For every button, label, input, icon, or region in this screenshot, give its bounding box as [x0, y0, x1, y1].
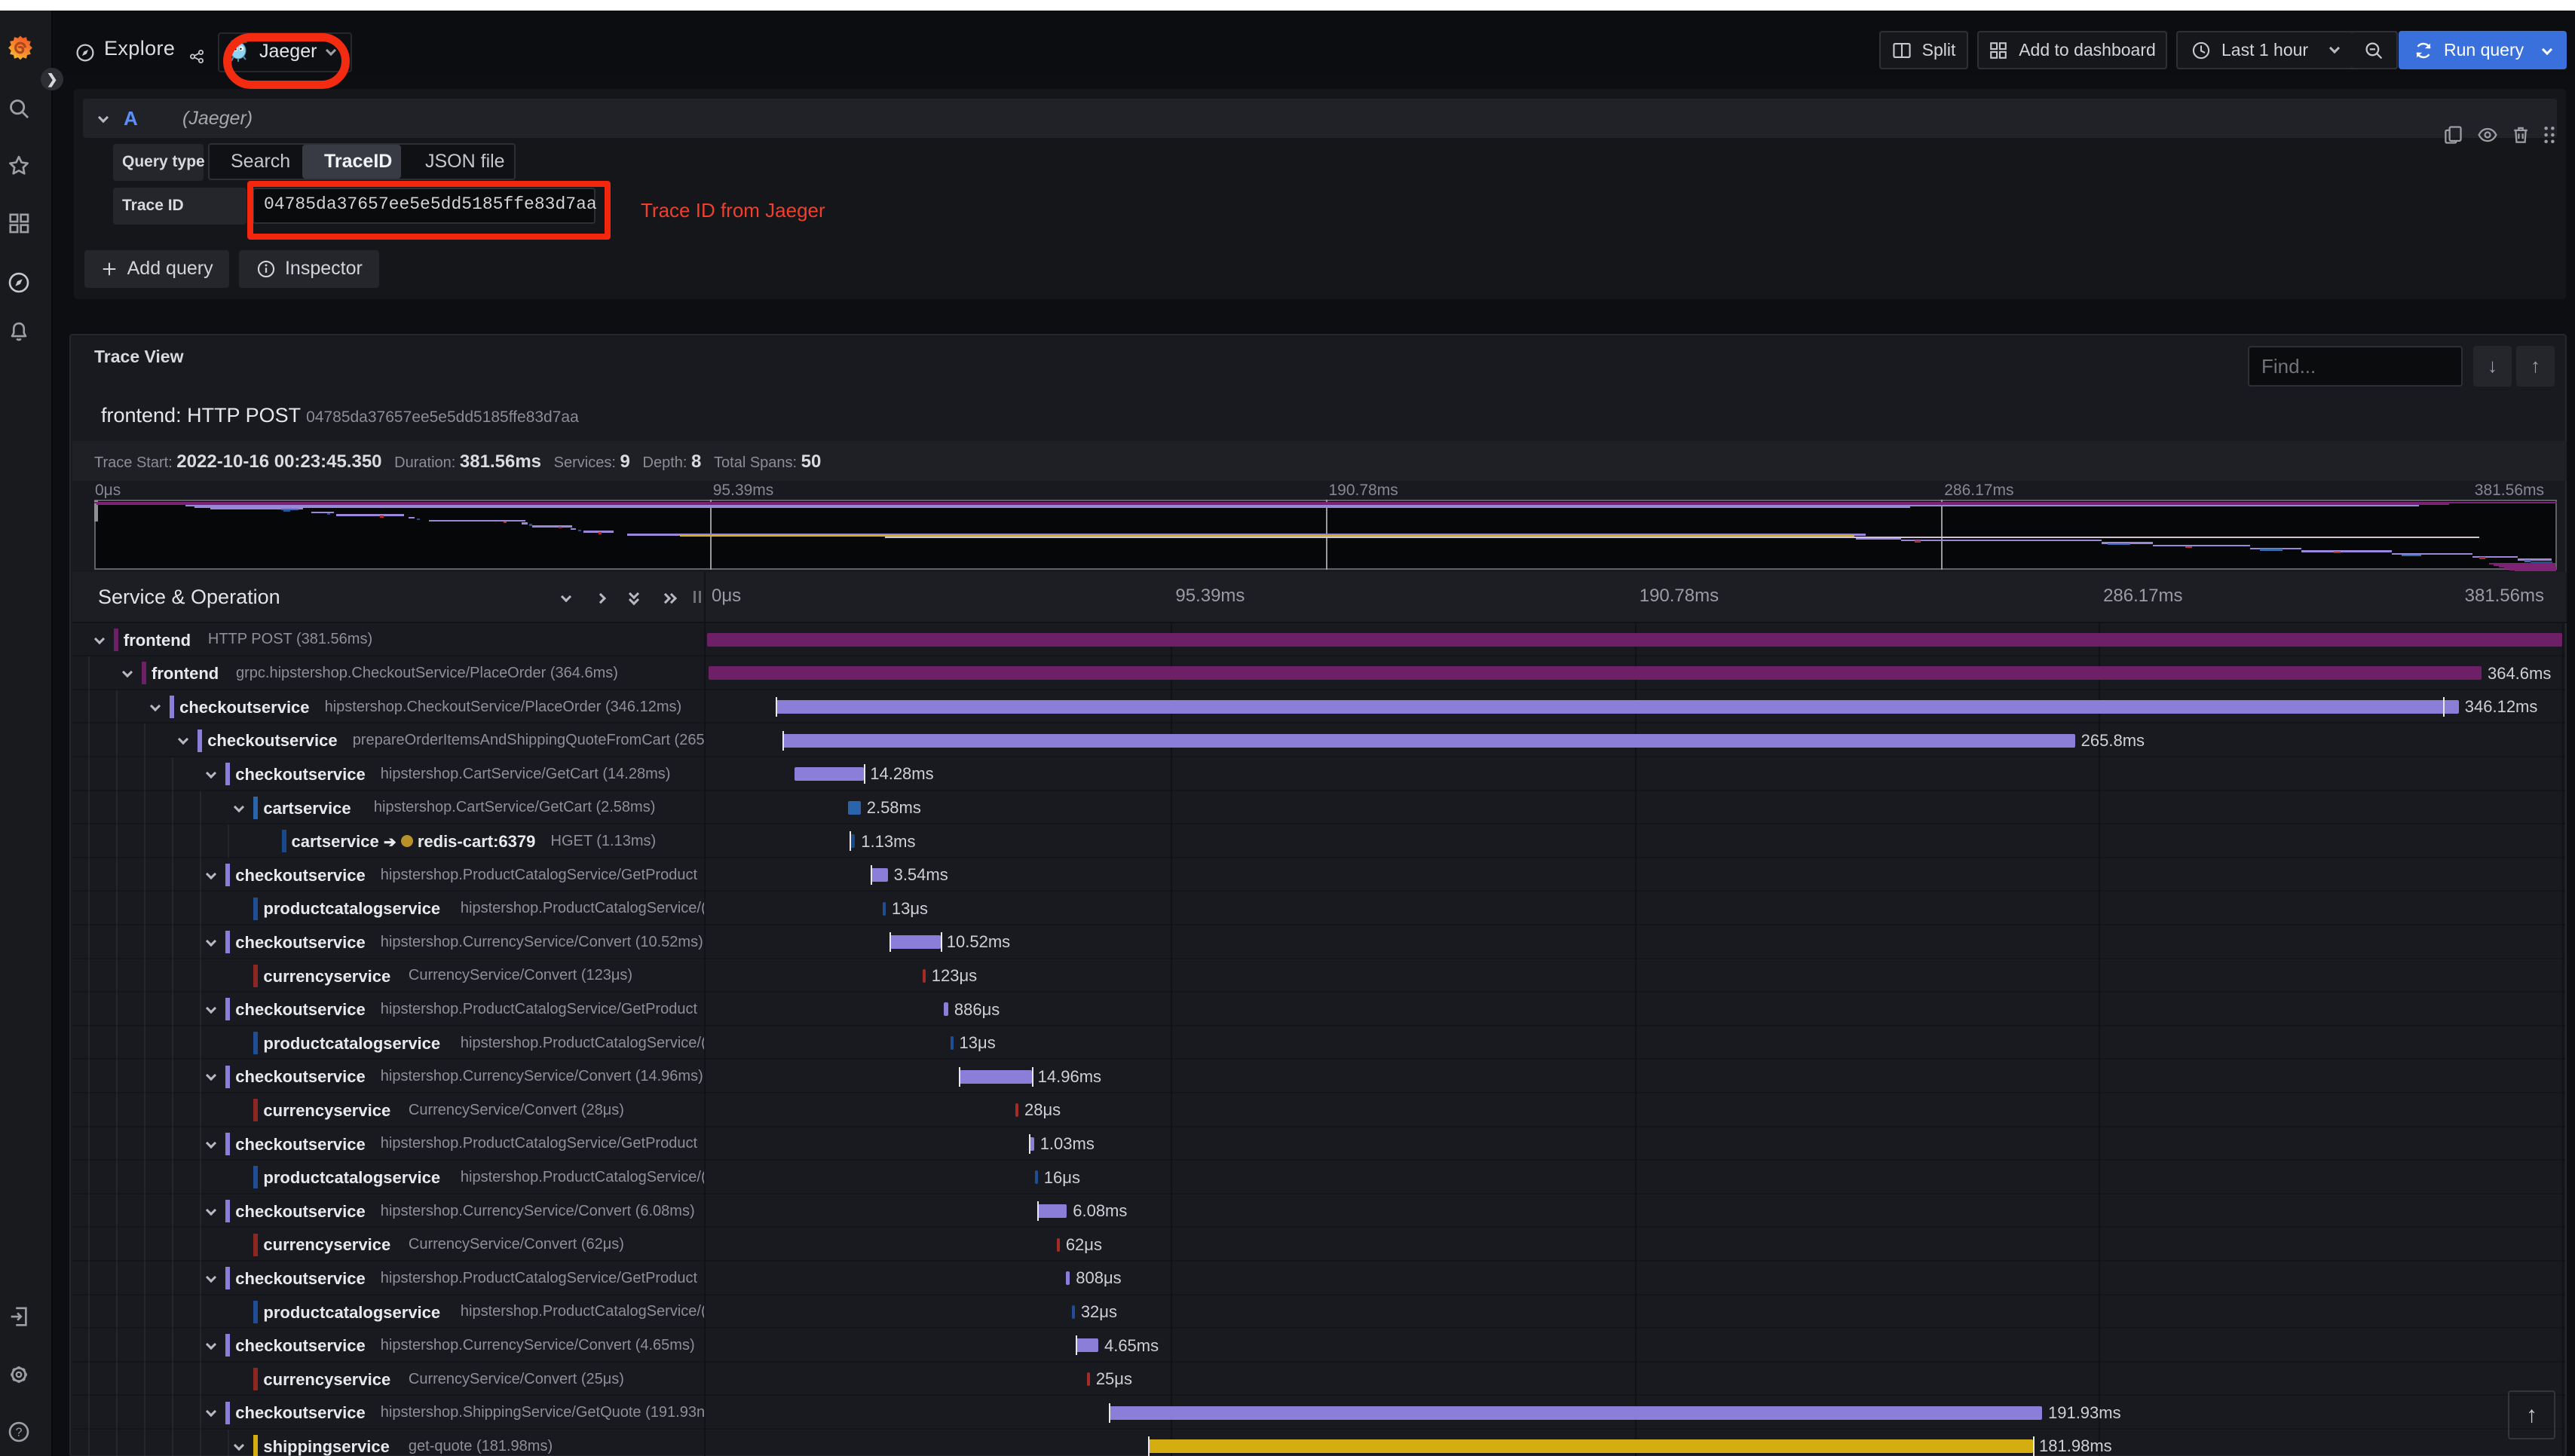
- svg-text:?: ?: [16, 1427, 23, 1439]
